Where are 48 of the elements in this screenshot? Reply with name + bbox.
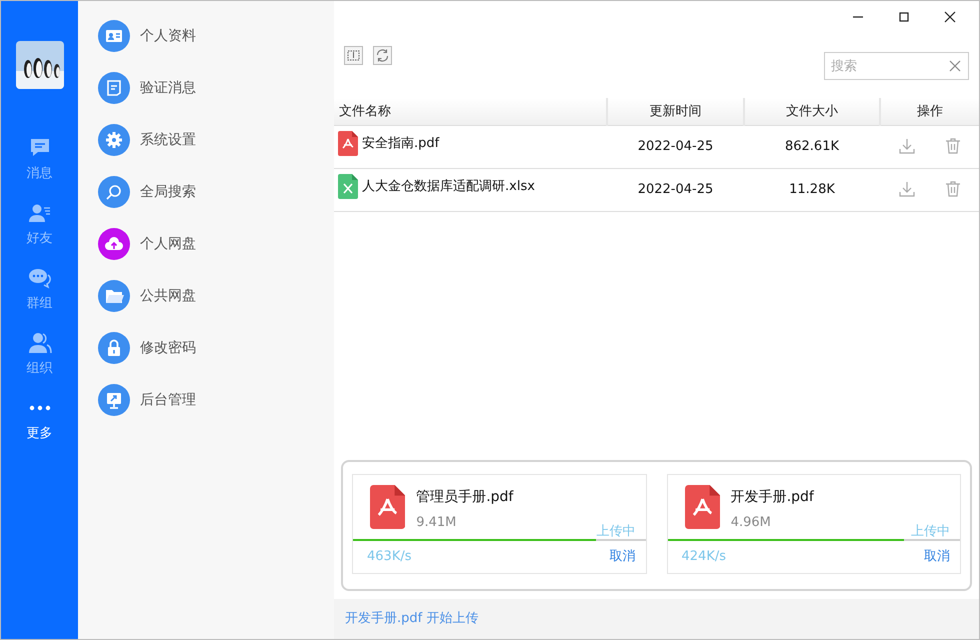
column-header: 更新时间 bbox=[607, 98, 744, 125]
table-cell: 2022-04-25 bbox=[607, 125, 744, 168]
table-cell: 11.28K bbox=[744, 168, 880, 211]
pdf-file-icon bbox=[370, 485, 406, 529]
cancel-link[interactable]: 取消 bbox=[610, 547, 636, 567]
search-field[interactable]: 搜索 bbox=[824, 52, 969, 80]
menu-item[interactable]: 修改密码 bbox=[78, 322, 334, 374]
clear-button[interactable] bbox=[949, 60, 961, 72]
menu-item[interactable]: 个人网盘 bbox=[78, 218, 334, 270]
more-icon bbox=[28, 405, 52, 411]
table-cell: 2022-04-25 bbox=[607, 168, 744, 211]
chat-bubbles-icon bbox=[28, 266, 52, 290]
maximize-icon bbox=[898, 11, 910, 23]
trash-icon bbox=[944, 180, 962, 198]
users-icon bbox=[28, 331, 52, 355]
file-size: 4.96M bbox=[730, 514, 771, 532]
status-message: 开发手册.pdf 开始上传 bbox=[334, 599, 979, 639]
menu-item[interactable]: 系统设置 bbox=[78, 114, 334, 166]
pdf-file-icon bbox=[338, 130, 358, 156]
menu-item[interactable]: 个人资料 bbox=[78, 10, 334, 62]
select-button[interactable] bbox=[344, 46, 363, 65]
download-icon bbox=[898, 137, 916, 156]
nav-item[interactable]: 更多 bbox=[1, 396, 78, 461]
column-header: 操作 bbox=[880, 98, 979, 125]
close-icon bbox=[944, 11, 956, 23]
trash-icon bbox=[944, 137, 962, 156]
download-icon bbox=[898, 180, 916, 198]
upload-status: 上传中 bbox=[911, 523, 950, 541]
close-icon bbox=[949, 60, 961, 72]
column-header: 文件大小 bbox=[744, 98, 880, 125]
upload-speed: 463K/s bbox=[367, 548, 412, 566]
table-cell: 862.61K bbox=[744, 125, 880, 168]
file-size: 9.41M bbox=[416, 514, 456, 532]
menu-item[interactable]: 全局搜索 bbox=[78, 166, 334, 218]
upload-speed: 424K/s bbox=[682, 548, 726, 566]
pdf-file-icon bbox=[684, 485, 720, 529]
file-name: 开发手册.pdf bbox=[730, 488, 815, 507]
file-name: 人大金仓数据库适配调研.xlsx bbox=[362, 178, 535, 196]
upload-status: 上传中 bbox=[596, 523, 636, 541]
menu-item[interactable]: 验证消息 bbox=[78, 62, 334, 114]
file-name: 管理员手册.pdf bbox=[416, 488, 514, 507]
refresh-button[interactable] bbox=[373, 46, 392, 65]
menu-item[interactable]: 后台管理 bbox=[78, 374, 334, 426]
file-name: 安全指南.pdf bbox=[362, 134, 440, 152]
spreadsheet-file-icon bbox=[338, 174, 358, 199]
cancel-link[interactable]: 取消 bbox=[924, 547, 950, 567]
menu-item[interactable]: 公共网盘 bbox=[78, 270, 334, 322]
column-header: 文件名称 bbox=[334, 98, 607, 125]
